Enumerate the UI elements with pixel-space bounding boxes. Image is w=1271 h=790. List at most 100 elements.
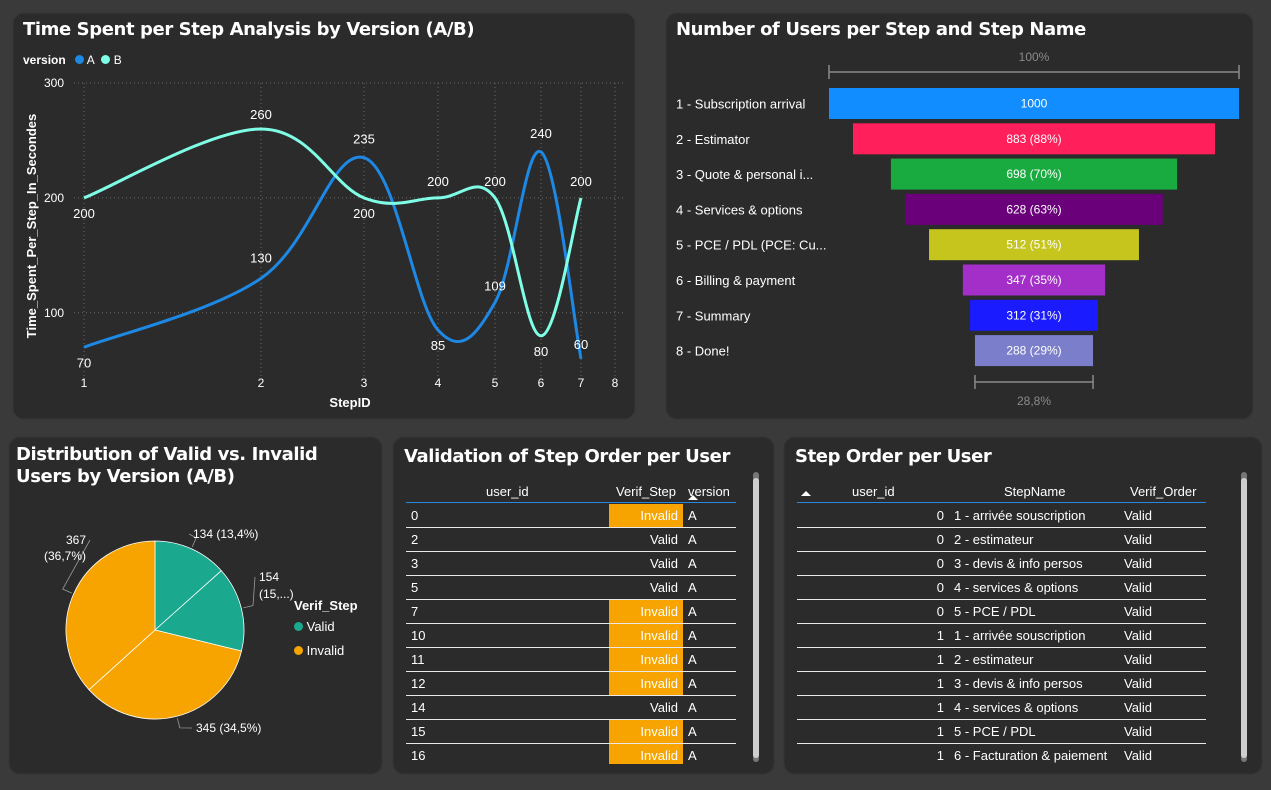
col-verif-step[interactable]: Verif_Step (616, 484, 676, 499)
pie-data-label: (15,...) (259, 587, 294, 601)
table-row[interactable]: 1 5 - PCE / PDL Valid (797, 720, 1206, 744)
valid-label: Valid (306, 619, 335, 634)
cell-verif-step: Invalid (640, 724, 678, 739)
sort-ascending-icon[interactable] (688, 495, 698, 500)
step-order-card[interactable]: Step Order per User user_id StepName Ver… (785, 438, 1261, 773)
data-label: 200 (570, 174, 592, 189)
col-user-id[interactable]: user_id (486, 484, 529, 499)
data-label: 200 (353, 206, 375, 221)
cell-user-id: 5 (411, 580, 419, 595)
table-row[interactable]: 0 4 - services & options Valid (797, 576, 1206, 600)
table-row[interactable]: 7 Invalid A (406, 600, 736, 624)
funnel-bar-label: 347 (35%) (1006, 273, 1061, 287)
data-label: 85 (431, 338, 445, 353)
line-chart[interactable]: 1 2 3 4 5 6 7 8 100 200 300 StepID Time_Spent_Per_St… (14, 14, 634, 418)
cell-verif-step: Invalid (640, 748, 678, 763)
table-row[interactable]: 1 1 - arrivée souscription Valid (797, 624, 1206, 648)
data-label: 260 (250, 107, 272, 122)
cell-verif-step: Valid (650, 532, 678, 547)
top-percent-label: 100% (1019, 50, 1050, 64)
table-row[interactable]: 5 Valid A (406, 576, 736, 600)
table-row[interactable]: 11 Invalid A (406, 648, 736, 672)
cell-user-id: 1 (936, 748, 944, 763)
table-row[interactable]: 1 4 - services & options Valid (797, 696, 1206, 720)
cell-user-id: 0 (936, 604, 944, 619)
step-order-scroll-thumb[interactable] (1241, 478, 1247, 758)
table-row[interactable]: 3 Valid A (406, 552, 736, 576)
table-row[interactable]: 2 Valid A (406, 528, 736, 552)
y-tick-label: 100 (44, 306, 64, 320)
line-chart-card[interactable]: Time Spent per Step Analysis by Version … (14, 14, 634, 418)
cell-user-id: 1 (936, 652, 944, 667)
cell-version: A (688, 604, 697, 619)
table-row[interactable]: 15 Invalid A (406, 720, 736, 744)
cell-version: A (688, 580, 697, 595)
cell-verif-step: Valid (650, 580, 678, 595)
table-row[interactable]: 10 Invalid A (406, 624, 736, 648)
invalid-dot (294, 646, 303, 655)
funnel-bar-label: 1000 (1021, 97, 1048, 111)
step-order-table[interactable]: user_id StepName Verif_Order 0 1 - arrivé… (797, 480, 1206, 764)
table-row[interactable]: 0 2 - estimateur Valid (797, 528, 1206, 552)
table-row[interactable]: 16 Invalid A (406, 744, 736, 764)
col-step-name[interactable]: StepName (1004, 484, 1065, 499)
funnel-step-label: 3 - Quote & personal i... (676, 167, 813, 182)
cell-step-name: 5 - PCE / PDL (954, 604, 1036, 619)
pie-data-label: 154 (259, 570, 279, 584)
cell-verif-step: Invalid (640, 652, 678, 667)
validation-table-header: user_id Verif_Step version (406, 480, 736, 503)
table-row[interactable]: 0 1 - arrivée souscription Valid (797, 504, 1206, 528)
funnel-chart[interactable]: 100% 1 - Subscription arrival 1000 2 - Esti… (667, 14, 1252, 418)
x-tick-label: 7 (578, 376, 585, 390)
x-tick-label: 4 (435, 376, 442, 390)
validation-scrollbar[interactable] (753, 472, 759, 762)
cell-verif-step: Valid (650, 700, 678, 715)
data-label: 235 (353, 132, 375, 147)
cell-step-name: 2 - estimateur (954, 532, 1034, 547)
step-order-scrollbar[interactable] (1241, 472, 1247, 762)
pie-legend-invalid[interactable]: Invalid (294, 643, 358, 658)
step-order-title: Step Order per User (795, 446, 992, 467)
table-row[interactable]: 1 2 - estimateur Valid (797, 648, 1206, 672)
y-tick-label: 200 (44, 191, 64, 205)
data-label: 60 (574, 337, 588, 352)
table-row[interactable]: 12 Invalid A (406, 672, 736, 696)
sort-ascending-icon[interactable] (801, 491, 811, 496)
validation-scroll-thumb[interactable] (753, 478, 759, 758)
funnel-bar-label: 628 (63%) (1006, 202, 1061, 216)
table-row[interactable]: 14 Valid A (406, 696, 736, 720)
col-verif-order[interactable]: Verif_Order (1130, 484, 1196, 499)
table-row[interactable]: 1 3 - devis & info persos Valid (797, 672, 1206, 696)
data-label: 70 (77, 355, 91, 370)
pie-legend: Verif_Step Valid Invalid (294, 598, 358, 658)
cell-user-id: 1 (936, 700, 944, 715)
series-line-b (83, 127, 583, 338)
table-row[interactable]: 0 Invalid A (406, 504, 736, 528)
pie-leader-line (243, 576, 256, 609)
cell-step-name: 2 - estimateur (954, 652, 1034, 667)
col-user-id[interactable]: user_id (852, 484, 895, 499)
data-label: 240 (530, 126, 552, 141)
pie-legend-valid[interactable]: Valid (294, 619, 358, 634)
cell-verif-order: Valid (1124, 700, 1152, 715)
funnel-card[interactable]: Number of Users per Step and Step Name 1… (667, 14, 1252, 418)
table-row[interactable]: 1 6 - Facturation & paiement Valid (797, 744, 1206, 764)
funnel-bar-label: 512 (51%) (1006, 238, 1061, 252)
cell-user-id: 7 (411, 604, 419, 619)
y-tick-label: 300 (44, 76, 64, 90)
table-row[interactable]: 0 3 - devis & info persos Valid (797, 552, 1206, 576)
cell-verif-order: Valid (1124, 676, 1152, 691)
cell-user-id: 14 (411, 700, 426, 715)
validation-table-card[interactable]: Validation of Step Order per User user_i… (394, 438, 773, 773)
table-row[interactable]: 0 5 - PCE / PDL Valid (797, 600, 1206, 624)
cell-verif-step: Invalid (640, 628, 678, 643)
data-label: 109 (484, 278, 506, 293)
cell-verif-order: Valid (1124, 724, 1152, 739)
cell-step-name: 3 - devis & info persos (954, 556, 1083, 571)
validation-title: Validation of Step Order per User (404, 446, 730, 467)
cell-verif-order: Valid (1124, 628, 1152, 643)
pie-card[interactable]: Distribution of Valid vs. Invalid Users … (10, 438, 381, 773)
validation-table[interactable]: user_id Verif_Step version 0 Invalid A 2 Val… (406, 480, 736, 764)
cell-version: A (688, 652, 697, 667)
funnel-step-label: 7 - Summary (676, 308, 751, 323)
